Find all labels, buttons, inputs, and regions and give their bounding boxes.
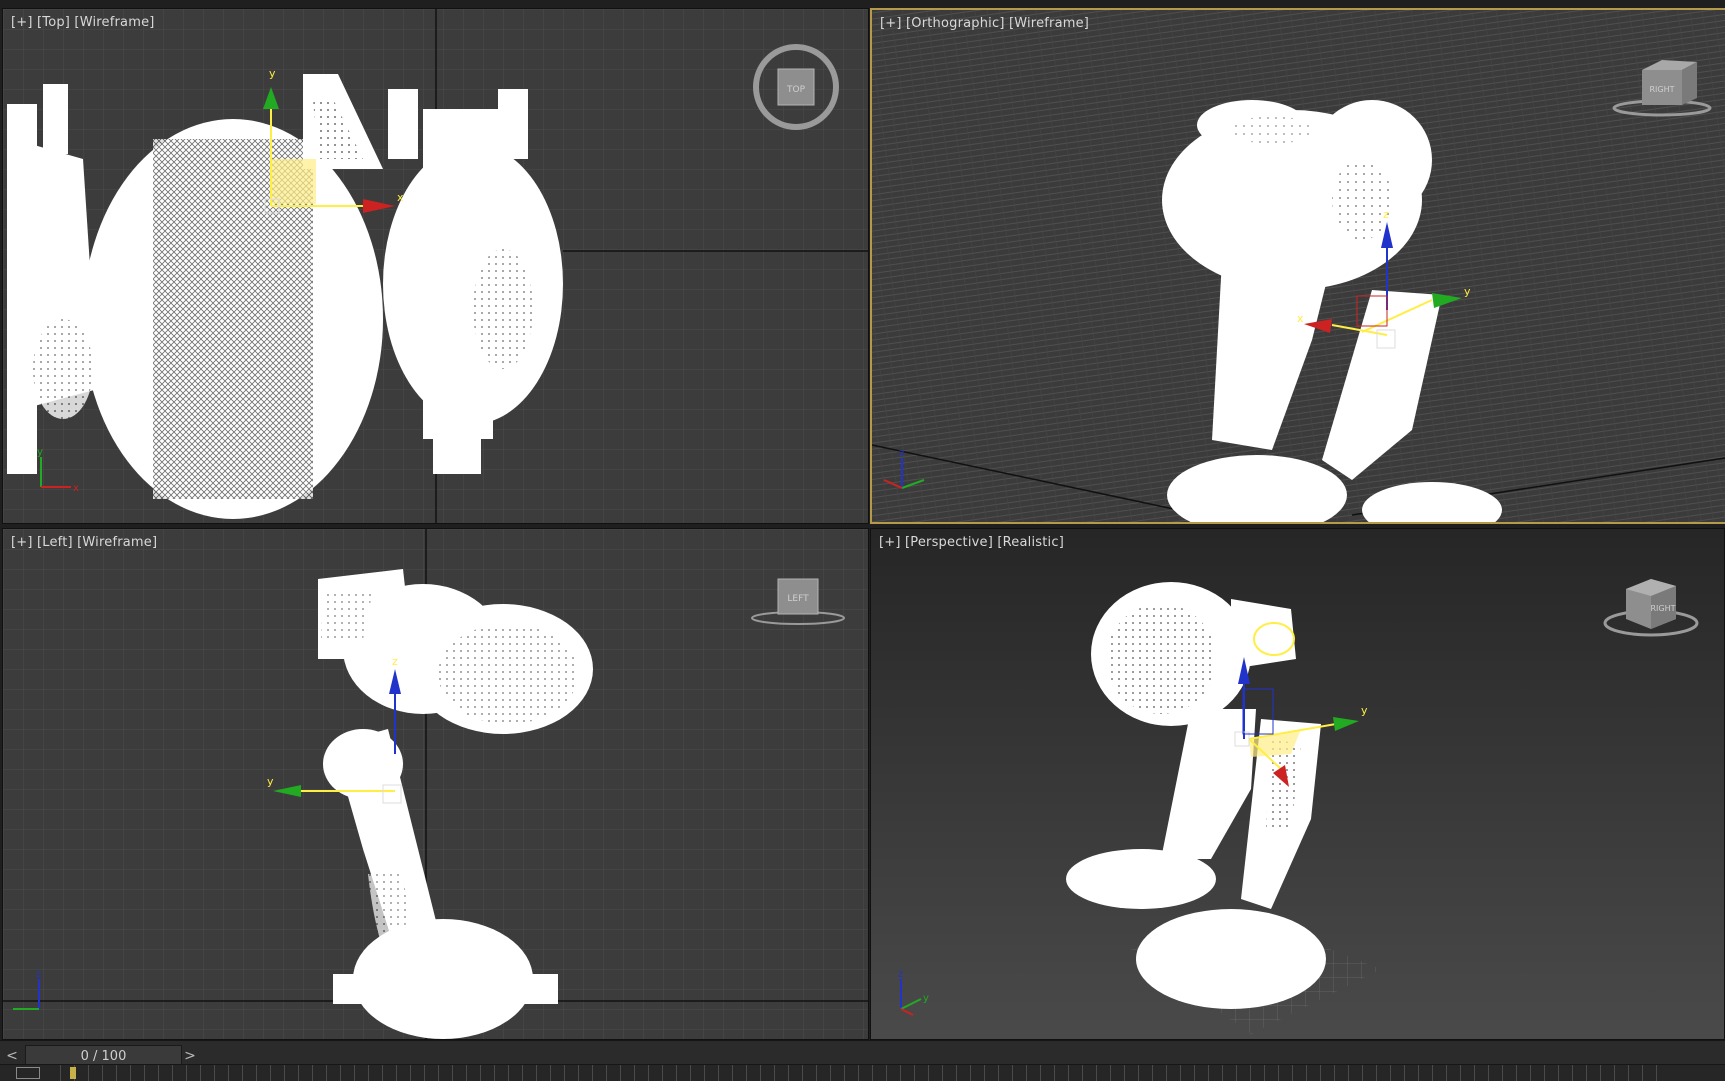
svg-text:y: y	[1361, 704, 1368, 717]
viewcube-label: RIGHT	[1649, 85, 1674, 94]
viewport-shading-menu[interactable]: [Realistic]	[997, 535, 1064, 550]
svg-text:z: z	[392, 655, 398, 668]
svg-text:x: x	[397, 191, 404, 204]
svg-text:y: y	[267, 775, 274, 788]
svg-text:z: z	[899, 448, 904, 459]
viewport-view-menu[interactable]: [Top]	[37, 15, 70, 30]
orthographic-scene: z y x z	[872, 10, 1725, 522]
axis-tripod-perspective: z y	[898, 969, 929, 1016]
viewport-plus-menu[interactable]: [+]	[880, 16, 902, 31]
viewport-shading-menu[interactable]: [Wireframe]	[77, 535, 157, 550]
keyframe-marker[interactable]	[70, 1067, 76, 1079]
viewcube-label: TOP	[786, 85, 806, 95]
viewport-plus-menu[interactable]: [+]	[11, 15, 33, 30]
svg-text:y: y	[269, 67, 276, 80]
viewport-perspective[interactable]: [+] [Perspective] [Realistic] y z y RIGH…	[870, 528, 1725, 1040]
track-ticks	[60, 1065, 1665, 1081]
viewport-shading-menu[interactable]: [Wireframe]	[1009, 16, 1089, 31]
svg-text:x: x	[1297, 312, 1304, 325]
top-scene: y x y x	[3, 9, 868, 523]
svg-text:x: x	[73, 483, 79, 494]
svg-text:z: z	[36, 969, 41, 980]
svg-text:z: z	[898, 969, 903, 980]
viewcube-label: RIGHT	[1650, 604, 1675, 613]
viewcube-orthographic[interactable]: RIGHT	[1602, 50, 1722, 120]
viewport-view-menu[interactable]: [Perspective]	[905, 535, 993, 550]
viewport-top[interactable]: [+] [Top] [Wireframe] y x y x TOP	[2, 8, 869, 524]
viewcube-top[interactable]: TOP	[748, 39, 848, 139]
viewport-plus-menu[interactable]: [+]	[11, 535, 33, 550]
viewport-plus-menu[interactable]: [+]	[879, 535, 901, 550]
viewport-label-perspective[interactable]: [+] [Perspective] [Realistic]	[879, 535, 1064, 550]
viewport-view-menu[interactable]: [Left]	[37, 535, 73, 550]
svg-text:y: y	[1464, 285, 1471, 298]
viewport-left[interactable]: [+] [Left] [Wireframe] z y z LEFT	[2, 528, 869, 1040]
viewcube-perspective[interactable]: RIGHT	[1596, 571, 1706, 646]
svg-text:y: y	[37, 447, 43, 458]
viewport-label-orthographic[interactable]: [+] [Orthographic] [Wireframe]	[880, 16, 1089, 31]
svg-text:y: y	[923, 993, 929, 1004]
viewport-view-menu[interactable]: [Orthographic]	[906, 16, 1005, 31]
mini-curve-editor-icon[interactable]	[16, 1067, 40, 1079]
track-bar[interactable]	[0, 1064, 1725, 1081]
viewport-orthographic[interactable]: [+] [Orthographic] [Wireframe] z y x z R…	[870, 8, 1725, 524]
viewcube-left[interactable]: LEFT	[743, 574, 853, 634]
svg-text:z: z	[1383, 208, 1389, 221]
viewcube-label: LEFT	[787, 594, 809, 604]
viewport-label-top[interactable]: [+] [Top] [Wireframe]	[11, 15, 155, 30]
left-scene: z y z	[3, 529, 868, 1039]
viewport-shading-menu[interactable]: [Wireframe]	[74, 15, 154, 30]
model-perspective[interactable]	[1066, 582, 1326, 1009]
viewport-label-left[interactable]: [+] [Left] [Wireframe]	[11, 535, 157, 550]
